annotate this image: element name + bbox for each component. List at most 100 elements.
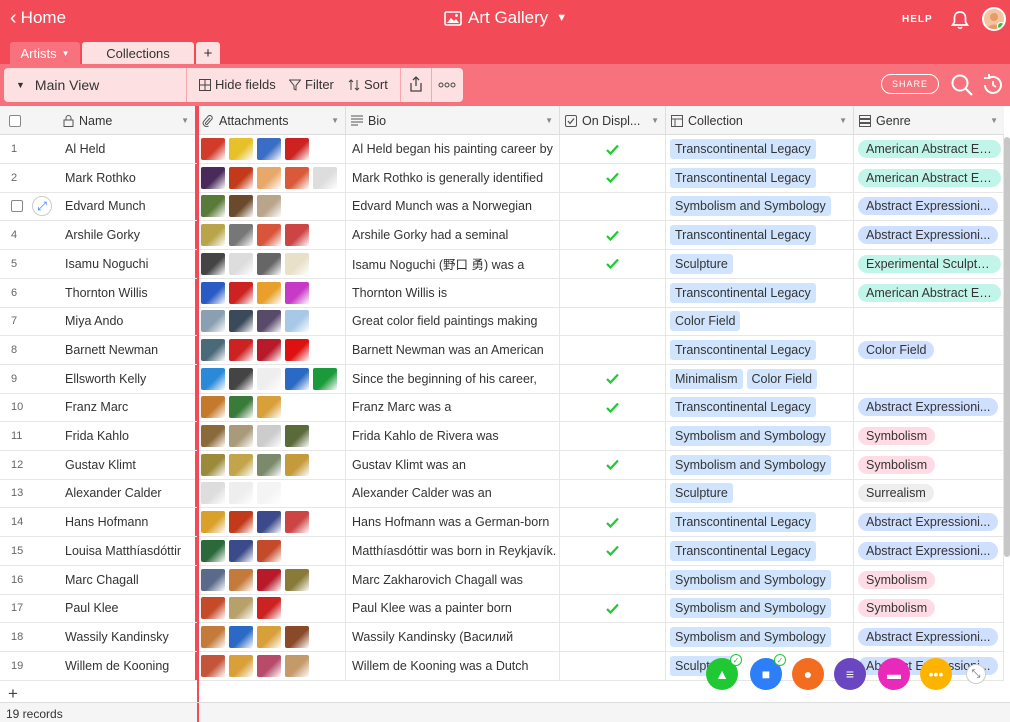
attachment-thumbnail[interactable]	[257, 482, 281, 505]
column-header-attachments[interactable]: Attachments ▼	[197, 106, 346, 135]
attachment-thumbnail[interactable]	[201, 138, 225, 160]
collection-link-pill[interactable]: Transcontinental Legacy	[670, 512, 816, 533]
bio-cell[interactable]: Edvard Munch was a Norwegian	[346, 192, 560, 221]
column-header-genre[interactable]: Genre ▼	[854, 106, 1004, 135]
attachments-cell[interactable]	[197, 565, 346, 594]
collection-cell[interactable]: Sculpture	[666, 249, 854, 278]
collection-cell[interactable]: Transcontinental Legacy	[666, 278, 854, 307]
attachment-thumbnail[interactable]	[229, 281, 253, 304]
attachment-thumbnail[interactable]	[201, 453, 225, 476]
genre-cell[interactable]: Symbolism	[854, 422, 1004, 450]
attachment-thumbnail[interactable]	[229, 396, 253, 419]
attachment-thumbnail[interactable]	[201, 338, 225, 361]
on-display-cell[interactable]	[560, 221, 666, 250]
attachment-thumbnail[interactable]	[285, 367, 309, 390]
attachment-thumbnail[interactable]	[285, 511, 309, 534]
name-cell[interactable]: Ellsworth Kelly	[58, 364, 197, 393]
genre-cell[interactable]	[854, 364, 1004, 393]
caret-down-icon[interactable]: ▼	[331, 116, 339, 125]
attachment-thumbnail[interactable]	[313, 166, 337, 189]
attachment-thumbnail[interactable]	[201, 367, 225, 390]
collection-cell[interactable]: Symbolism and Symbology	[666, 594, 854, 623]
table-row[interactable]: 15 Louisa Matthíasdóttir Matthíasdóttir wa…	[0, 536, 1004, 566]
attachment-thumbnail[interactable]	[201, 281, 225, 304]
name-cell[interactable]: Al Held	[58, 135, 197, 163]
attachments-cell[interactable]	[197, 221, 346, 250]
attachment-thumbnail[interactable]	[201, 654, 225, 677]
attachment-thumbnail[interactable]	[229, 597, 253, 620]
attachment-thumbnail[interactable]	[201, 396, 225, 419]
on-display-cell[interactable]	[560, 135, 666, 163]
attachments-cell[interactable]	[197, 163, 346, 192]
on-display-cell[interactable]	[560, 393, 666, 422]
name-cell[interactable]: Wassily Kandinsky	[58, 622, 197, 651]
collection-link-pill[interactable]: Transcontinental Legacy	[670, 225, 816, 246]
blocks-app-icon[interactable]: ■ ✓	[750, 654, 786, 690]
collection-link-pill[interactable]: Sculpture	[670, 483, 733, 504]
attachment-thumbnail[interactable]	[257, 511, 281, 534]
collection-link-pill[interactable]: Minimalism	[670, 368, 743, 389]
table-row[interactable]: 2 Mark Rothko Mark Rothko is generally ide…	[0, 163, 1004, 193]
collection-link-pill[interactable]: Transcontinental Legacy	[670, 139, 816, 159]
attachments-cell[interactable]	[197, 192, 346, 221]
attachment-thumbnail[interactable]	[257, 166, 281, 189]
table-row[interactable]: 17 Paul Klee Paul Klee was a painter born S…	[0, 594, 1004, 624]
bio-cell[interactable]: Great color field paintings making	[346, 307, 560, 336]
attachment-thumbnail[interactable]	[201, 195, 225, 218]
name-cell[interactable]: Isamu Noguchi	[58, 249, 197, 278]
collection-cell[interactable]: Color Field	[666, 307, 854, 336]
attachment-thumbnail[interactable]	[201, 597, 225, 620]
bio-cell[interactable]: Al Held began his painting career by	[346, 135, 560, 163]
attachment-thumbnail[interactable]	[257, 425, 281, 447]
bio-cell[interactable]: Since the beginning of his career,	[346, 364, 560, 393]
genre-cell[interactable]: American Abstract Ex...	[854, 278, 1004, 307]
history-icon[interactable]	[981, 73, 1005, 100]
table-row[interactable]: 4 Arshile Gorky Arshile Gorky had a semina…	[0, 221, 1004, 251]
attachment-thumbnail[interactable]	[229, 453, 253, 476]
attachment-thumbnail[interactable]	[285, 252, 309, 275]
attachments-cell[interactable]	[197, 479, 346, 508]
attachment-thumbnail[interactable]	[257, 138, 281, 160]
attachment-thumbnail[interactable]	[229, 539, 253, 562]
attachment-thumbnail[interactable]	[229, 511, 253, 534]
collection-cell[interactable]: Transcontinental Legacy	[666, 221, 854, 250]
attachment-thumbnail[interactable]	[285, 310, 309, 333]
name-cell[interactable]: Alexander Calder	[58, 479, 197, 508]
vertical-scrollbar[interactable]	[1004, 137, 1010, 557]
attachment-thumbnail[interactable]	[229, 310, 253, 333]
bio-cell[interactable]: Hans Hofmann was a German-born	[346, 508, 560, 537]
genre-cell[interactable]: Abstract Expressioni...	[854, 508, 1004, 537]
attachments-cell[interactable]	[197, 622, 346, 651]
attachments-cell[interactable]	[197, 278, 346, 307]
sort-button[interactable]: Sort	[348, 77, 388, 92]
on-display-cell[interactable]	[560, 422, 666, 450]
genre-cell[interactable]: Abstract Expressioni...	[854, 393, 1004, 422]
attachment-thumbnail[interactable]	[229, 338, 253, 361]
on-display-cell[interactable]	[560, 307, 666, 336]
attachment-thumbnail[interactable]	[201, 425, 225, 447]
select-all-cell[interactable]	[0, 106, 30, 135]
add-record-button[interactable]: +	[8, 684, 18, 704]
collection-link-pill[interactable]: Symbolism and Symbology	[670, 569, 831, 590]
collection-cell[interactable]: Symbolism and Symbology	[666, 565, 854, 594]
bio-cell[interactable]: Paul Klee was a painter born	[346, 594, 560, 623]
bio-cell[interactable]: Isamu Noguchi (野口 勇) was a	[346, 249, 560, 278]
attachment-thumbnail[interactable]	[285, 625, 309, 648]
genre-cell[interactable]: Abstract Expressioni...	[854, 536, 1004, 565]
attachment-thumbnail[interactable]	[285, 568, 309, 591]
on-display-cell[interactable]	[560, 335, 666, 364]
collection-cell[interactable]: Symbolism and Symbology	[666, 622, 854, 651]
attachment-thumbnail[interactable]	[257, 453, 281, 476]
attachments-cell[interactable]	[197, 594, 346, 623]
attachment-thumbnail[interactable]	[229, 625, 253, 648]
attachment-thumbnail[interactable]	[285, 281, 309, 304]
table-row[interactable]: 16 Marc Chagall Marc Zakharovich Chagall w…	[0, 565, 1004, 595]
genre-cell[interactable]: Symbolism	[854, 565, 1004, 594]
on-display-cell[interactable]	[560, 249, 666, 278]
attachments-cell[interactable]	[197, 307, 346, 336]
genre-cell[interactable]: Experimental Sculpture	[854, 249, 1004, 278]
collection-cell[interactable]: Transcontinental Legacy	[666, 135, 854, 163]
collapse-icon[interactable]: ⤡	[966, 664, 986, 684]
caret-down-icon[interactable]: ▼	[990, 116, 998, 125]
attachment-thumbnail[interactable]	[201, 310, 225, 333]
